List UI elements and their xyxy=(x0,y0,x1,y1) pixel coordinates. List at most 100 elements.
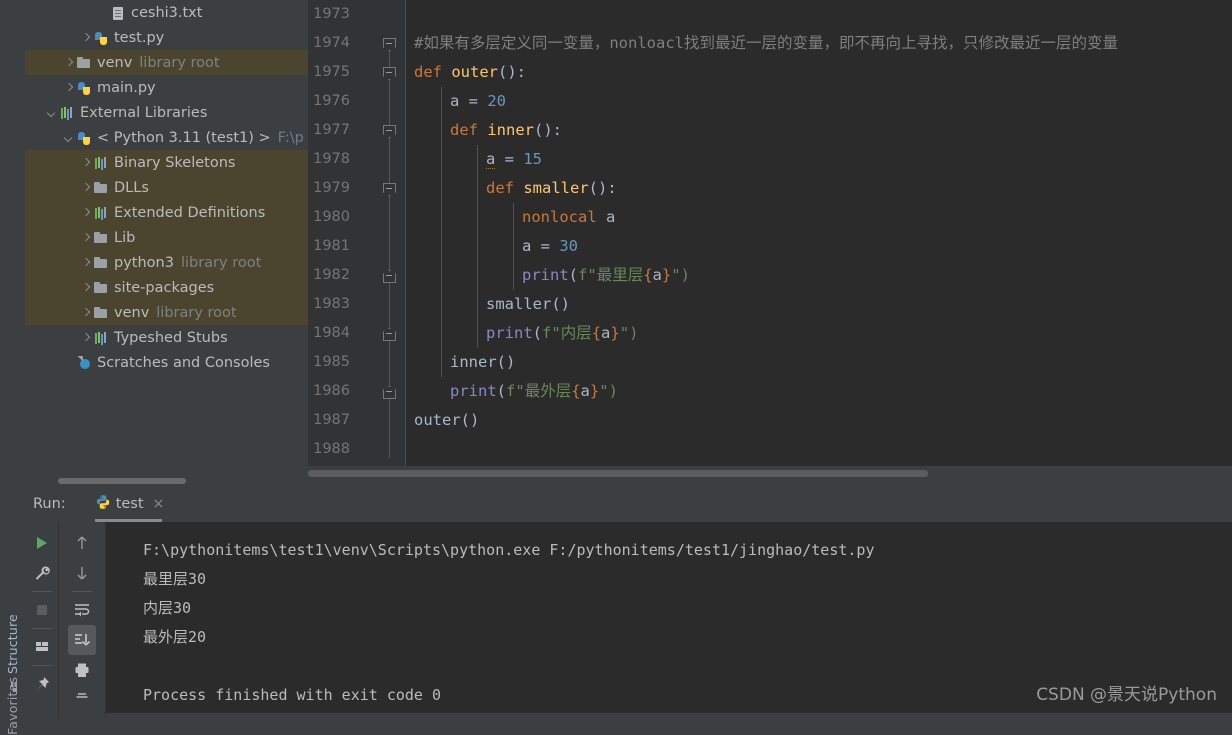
tree-item-python3[interactable]: python3 library root xyxy=(25,250,308,275)
editor-gutter[interactable]: 1973 1974 1975 1976 1977 1978 1979 1980 1981 1982… xyxy=(308,0,406,466)
console-line-5: Process finished with exit code 0 xyxy=(143,686,442,704)
run-icon[interactable] xyxy=(28,528,56,558)
string-inner: 内层 xyxy=(560,324,592,342)
watermark: CSDN @景天说Python xyxy=(1036,685,1217,705)
tree-item-site-packages[interactable]: site-packages xyxy=(25,275,308,300)
soft-wrap-icon[interactable] xyxy=(68,595,96,625)
number-15: 15 xyxy=(523,150,543,168)
stop-icon[interactable] xyxy=(28,595,56,625)
wrench-icon[interactable] xyxy=(28,558,56,588)
chevron-right-icon[interactable] xyxy=(80,306,93,319)
chevron-right-icon[interactable] xyxy=(80,281,93,294)
scroll-to-end-icon[interactable] xyxy=(68,625,96,655)
down-arrow-icon[interactable] xyxy=(68,558,96,588)
run-tab-test[interactable]: test × xyxy=(91,485,169,522)
library-icon xyxy=(93,155,109,171)
python-file-icon xyxy=(93,30,109,46)
tree-item-binary-skeletons[interactable]: Binary Skeletons xyxy=(25,150,308,175)
chevron-right-icon[interactable] xyxy=(63,56,76,69)
tree-item-extended-definitions[interactable]: Extended Definitions xyxy=(25,200,308,225)
tree-item-label: Scratches and Consoles xyxy=(97,354,270,371)
code-line-1980: nonlocal a xyxy=(522,203,615,232)
fold-marker-inner-end[interactable] xyxy=(383,328,396,341)
chevron-right-icon[interactable] xyxy=(80,31,93,44)
tree-item-label: Binary Skeletons xyxy=(114,154,236,171)
favorites-tool-button[interactable]: Favorites xyxy=(0,677,25,735)
fold-marker-smaller-end[interactable] xyxy=(383,270,396,283)
number-30: 30 xyxy=(559,237,579,255)
editor-code-area[interactable]: #如果有多层定义同一变量，nonloacl找到最近一层的变量，即不再向上寻找，只… xyxy=(405,0,1232,466)
keyword-nonlocal: nonlocal xyxy=(522,208,597,226)
chevron-down-icon[interactable] xyxy=(63,131,76,144)
layout-icon[interactable] xyxy=(28,632,56,662)
fold-marker-outer-end[interactable] xyxy=(383,386,396,399)
line-number-1976: 1976 xyxy=(313,93,350,109)
run-tab-label: test xyxy=(115,495,144,512)
brace-open-1984: { xyxy=(591,324,602,342)
chevron-right-icon[interactable] xyxy=(80,156,93,169)
project-tree-panel[interactable]: ceshi3.txt test.py venv library root main.py… xyxy=(25,0,308,485)
print-icon[interactable] xyxy=(68,655,96,685)
line-number-1982: 1982 xyxy=(313,267,350,283)
tree-item-venv[interactable]: venv library root xyxy=(25,300,308,325)
line-number-1984: 1984 xyxy=(313,325,350,341)
fold-marker-smaller[interactable] xyxy=(383,183,396,196)
tree-item-venv[interactable]: venv library root xyxy=(25,50,308,75)
fold-marker-outer[interactable] xyxy=(383,67,396,80)
brace-close-1984: } xyxy=(610,324,620,342)
paren-colon-smaller: (): xyxy=(588,179,617,197)
structure-tool-button[interactable]: Structure xyxy=(0,585,25,693)
chevron-right-icon[interactable] xyxy=(63,81,76,94)
tree-item-typeshed-stubs[interactable]: Typeshed Stubs xyxy=(25,325,308,350)
tree-item-ceshi3-txt[interactable]: ceshi3.txt xyxy=(25,0,308,25)
line-number-1980: 1980 xyxy=(313,209,350,225)
code-editor[interactable]: 1973 1974 1975 1976 1977 1978 1979 1980 1981 1982… xyxy=(308,0,1232,466)
tree-item-python-3-11-test1[interactable]: < Python 3.11 (test1) > F:\p xyxy=(25,125,308,150)
pin-icon[interactable] xyxy=(28,669,56,699)
code-line-1977: def inner(): xyxy=(450,116,562,145)
keyword-def-outer: def xyxy=(414,63,442,81)
tree-item-lib[interactable]: Lib xyxy=(25,225,308,250)
var-a-1980: a xyxy=(606,208,616,226)
chevron-right-icon[interactable] xyxy=(80,331,93,344)
run-toolbar-primary xyxy=(25,522,59,719)
tree-item-external-libraries[interactable]: External Libraries xyxy=(25,100,308,125)
tree-item-test-py[interactable]: test.py xyxy=(25,25,308,50)
fstring-var-1984: a xyxy=(601,324,611,342)
fold-marker-comment[interactable] xyxy=(383,38,396,51)
tree-item-main-py[interactable]: main.py xyxy=(25,75,308,100)
chevron-down-icon[interactable] xyxy=(46,106,59,119)
tree-item-scratches-and-consoles[interactable]: Scratches and Consoles xyxy=(25,350,308,375)
tree-horizontal-scrollbar[interactable] xyxy=(58,478,186,484)
fold-marker-inner[interactable] xyxy=(383,125,396,138)
console-line-0: F:\pythonitems\test1\venv\Scripts\python… xyxy=(143,541,875,559)
line-number-1981: 1981 xyxy=(313,238,350,254)
var-a-1976: a xyxy=(450,92,460,110)
console-line-1: 最里层30 xyxy=(143,570,207,588)
brace-close-1986: } xyxy=(589,382,600,400)
toolbar-separator-1 xyxy=(31,591,52,592)
trash-icon[interactable] xyxy=(68,685,96,715)
string-outermost: 最外层 xyxy=(524,382,572,400)
up-arrow-icon[interactable] xyxy=(68,528,96,558)
code-line-1987: outer() xyxy=(414,406,479,435)
fstring-prefix-1984: f" xyxy=(542,324,561,342)
tree-item-label: test.py xyxy=(114,29,165,46)
tree-item-dlls[interactable]: DLLs xyxy=(25,175,308,200)
line-number-1986: 1986 xyxy=(313,383,350,399)
editor-horizontal-scrollbar[interactable] xyxy=(308,468,1232,479)
chevron-right-icon[interactable] xyxy=(80,181,93,194)
pycharm-window: Structure Favorites ceshi3.txt test.py ven… xyxy=(0,0,1232,735)
close-icon[interactable]: × xyxy=(153,497,165,511)
chevron-right-icon[interactable] xyxy=(80,256,93,269)
assign-1981: = xyxy=(531,237,560,255)
var-a-1981: a xyxy=(522,237,532,255)
tree-item-sublabel: library root xyxy=(139,54,220,71)
code-line-1985: inner() xyxy=(450,348,515,377)
folder-icon xyxy=(76,55,92,71)
fstring-var-1982: a xyxy=(652,266,662,284)
chevron-right-icon[interactable] xyxy=(80,231,93,244)
tree-item-label: venv xyxy=(114,304,150,321)
chevron-right-icon[interactable] xyxy=(80,206,93,219)
toolbar-separator-3 xyxy=(31,665,52,666)
